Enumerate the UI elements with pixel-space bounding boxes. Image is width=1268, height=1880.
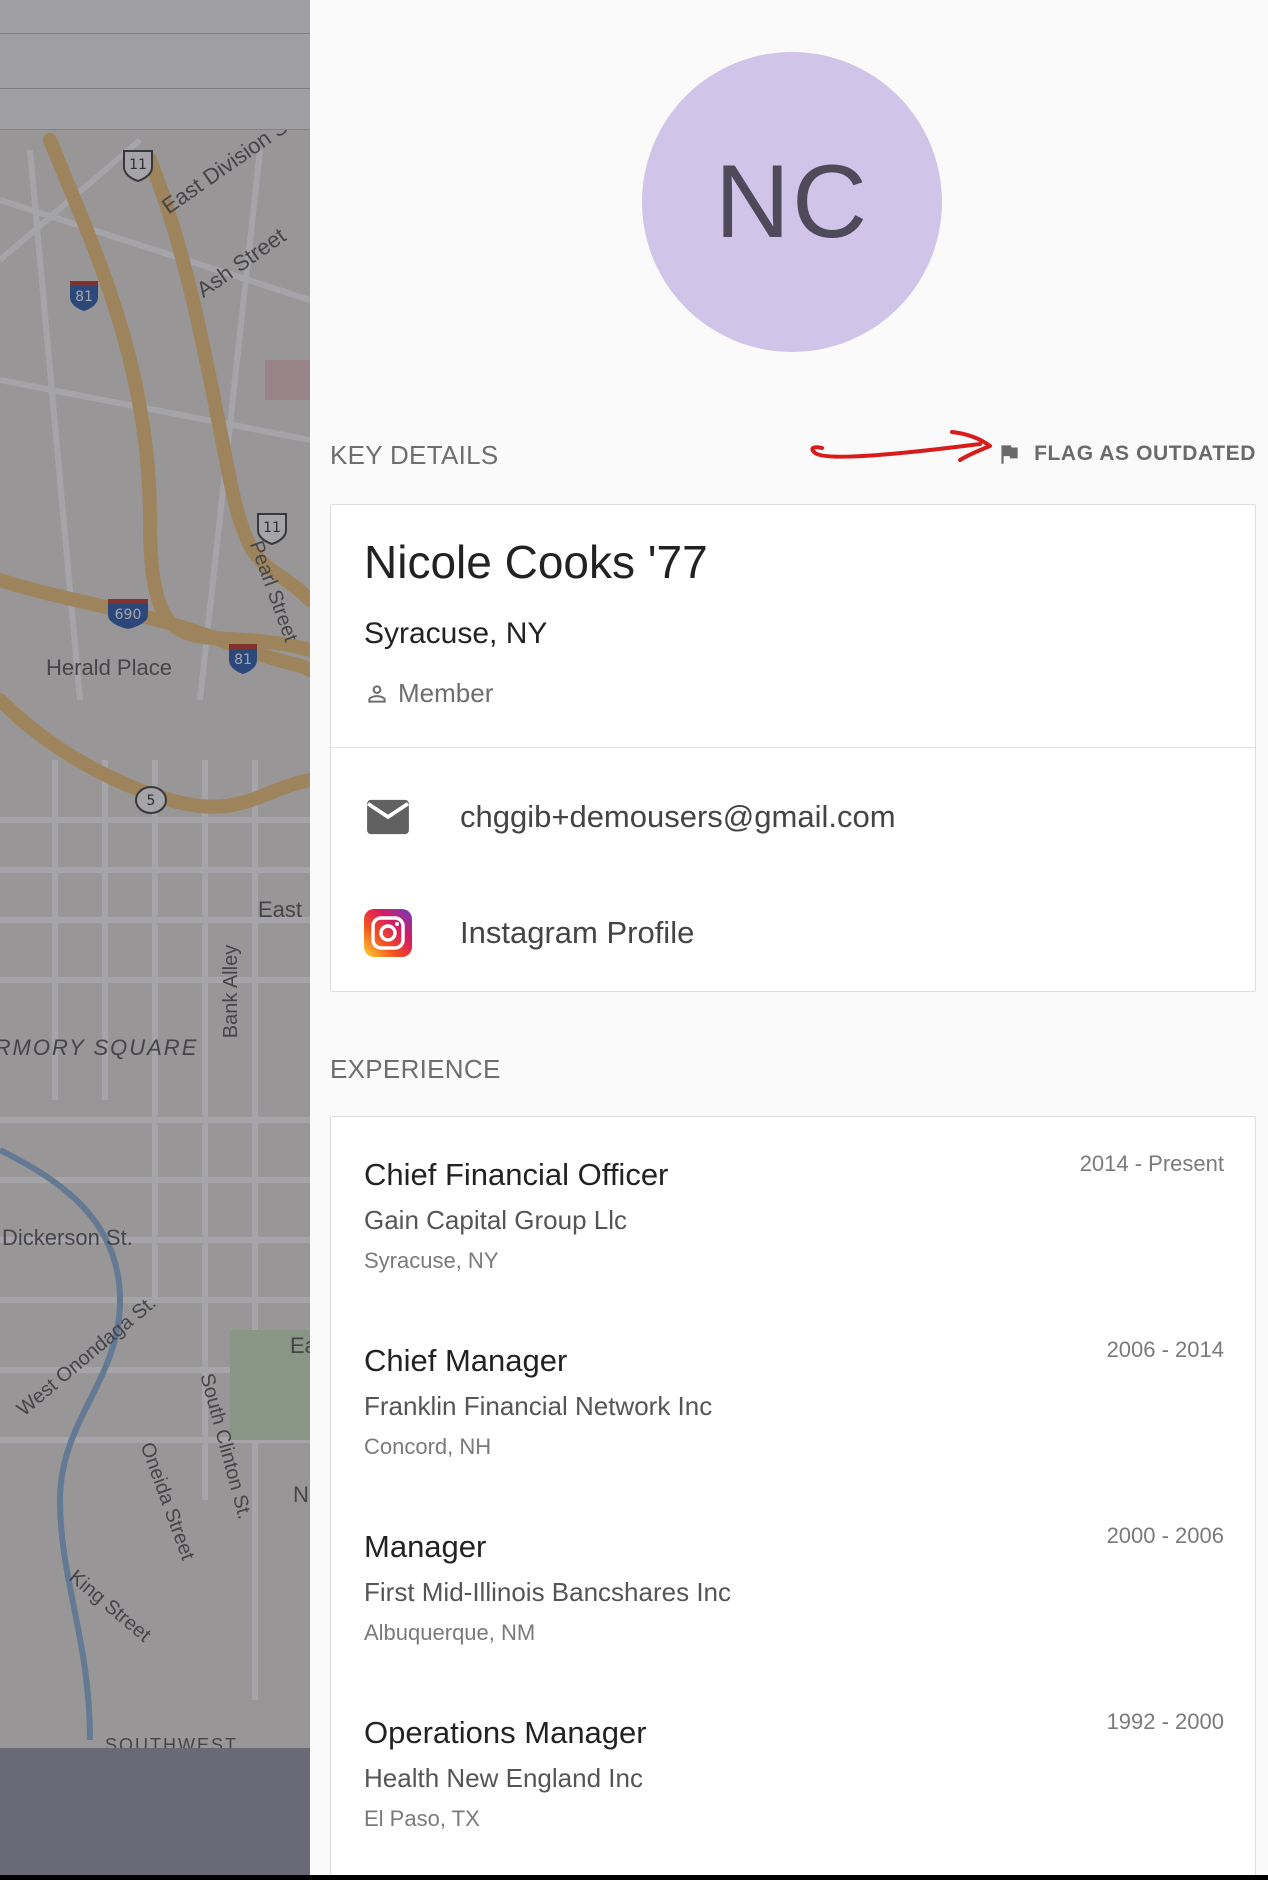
job-title: Operations Manager: [364, 1715, 647, 1750]
job-location: Albuquerque, NM: [364, 1620, 536, 1645]
instagram-link[interactable]: Instagram Profile: [460, 915, 694, 951]
email-icon: [364, 793, 412, 841]
instagram-contact[interactable]: Instagram Profile: [364, 909, 694, 957]
company-name: Gain Capital Group Llc: [364, 1205, 628, 1235]
profile-drawer: NC KEY DETAILS FLAG AS OUTDATED Nicole C…: [310, 0, 1268, 1875]
job-dates: 2014 - Present: [1079, 1151, 1224, 1176]
profile-role: Member: [364, 678, 493, 709]
job-dates: 1992 - 2000: [1106, 1709, 1224, 1734]
job-location: Syracuse, NY: [364, 1248, 499, 1273]
job-title: Manager: [364, 1529, 487, 1564]
job-location: Concord, NH: [364, 1434, 492, 1459]
email-text[interactable]: chggib+demousers@gmail.com: [460, 799, 896, 835]
key-details-heading: KEY DETAILS: [330, 440, 499, 470]
company-name: Franklin Financial Network Inc: [364, 1391, 713, 1421]
email-contact[interactable]: chggib+demousers@gmail.com: [364, 793, 896, 841]
key-details-card: Nicole Cooks '77 Syracuse, NY Member chg…: [330, 504, 1256, 992]
profile-location: Syracuse, NY: [364, 617, 548, 650]
flag-label: FLAG AS OUTDATED: [1034, 442, 1256, 465]
divider: [331, 747, 1255, 748]
flag-icon: [1001, 445, 1018, 464]
experience-item: Manager First Mid-Illinois Bancshares In…: [364, 1523, 1224, 1646]
avatar: NC: [642, 52, 942, 352]
instagram-icon: [364, 909, 412, 957]
bottom-edge: [0, 1875, 1268, 1880]
person-icon: [368, 684, 386, 703]
annotation-arrow: [810, 430, 992, 462]
job-title: Chief Manager: [364, 1343, 568, 1378]
experience-item: Chief Manager Franklin Financial Network…: [364, 1337, 1224, 1460]
company-name: Health New England Inc: [364, 1763, 643, 1793]
job-dates: 2000 - 2006: [1106, 1523, 1224, 1548]
role-label: Member: [398, 678, 494, 708]
avatar-initials: NC: [714, 143, 870, 260]
experience-heading: EXPERIENCE: [330, 1054, 501, 1084]
job-dates: 2006 - 2014: [1106, 1337, 1224, 1362]
flag-as-outdated-button[interactable]: FLAG AS OUTDATED: [996, 440, 1256, 468]
drawer-scrim[interactable]: [0, 0, 310, 1875]
job-location: El Paso, TX: [364, 1806, 480, 1831]
experience-item: Operations Manager Health New England In…: [364, 1709, 1224, 1832]
profile-name: Nicole Cooks '77: [364, 536, 708, 588]
company-name: First Mid-Illinois Bancshares Inc: [364, 1577, 731, 1607]
experience-item: Chief Financial Officer Gain Capital Gro…: [364, 1151, 1224, 1274]
experience-card: Chief Financial Officer Gain Capital Gro…: [330, 1116, 1256, 1875]
